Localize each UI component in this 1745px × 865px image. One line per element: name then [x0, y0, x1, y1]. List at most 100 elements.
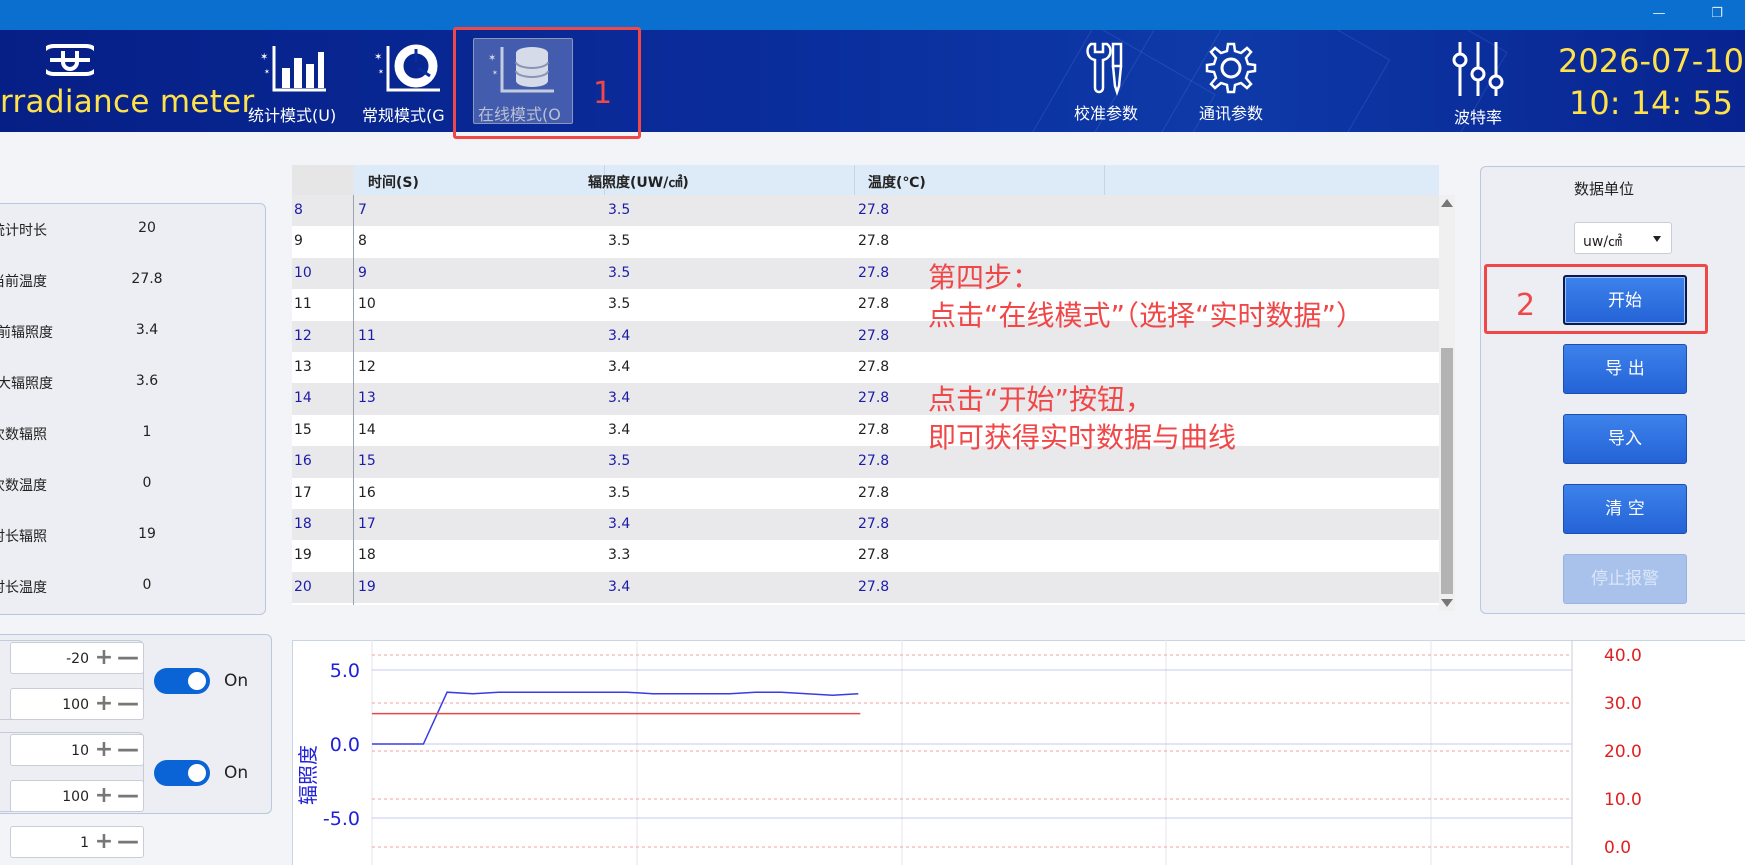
toggle-label: On: [224, 671, 249, 691]
row-index: 14: [294, 390, 312, 407]
wrench-screwdriver-icon: [1086, 42, 1123, 96]
minimize-icon[interactable]: —: [1646, 4, 1672, 24]
baud-rate-label: 波特率: [1453, 108, 1502, 127]
gear-icon: [1205, 42, 1257, 94]
table-row[interactable]: 19 18 3.3 27.8: [292, 540, 1439, 572]
irradiance-lower-input[interactable]: -20 + —: [10, 642, 144, 674]
table-row[interactable]: 18 17 3.4 27.8: [292, 509, 1439, 541]
cell-time: 7: [358, 202, 367, 218]
input-value: -20: [66, 651, 89, 667]
row-index: 16: [294, 453, 312, 470]
row-index: 13: [294, 359, 312, 375]
stat-label: 当前温度: [0, 274, 47, 290]
export-button[interactable]: 导 出: [1563, 344, 1687, 394]
temperature-alarm-toggle[interactable]: [154, 760, 210, 786]
plus-icon[interactable]: +: [93, 829, 115, 855]
svg-text:✶: ✶: [260, 52, 268, 63]
clear-button[interactable]: 清 空: [1563, 484, 1687, 534]
comm-params-button[interactable]: 通讯参数: [1188, 40, 1274, 124]
scroll-down-icon[interactable]: [1441, 599, 1453, 607]
y-axis-label: 辐照度: [296, 745, 320, 805]
cell-temperature: 27.8: [858, 484, 890, 501]
table-row[interactable]: 8 7 3.5 27.8: [292, 195, 1439, 227]
stat-row: 次数辐照 1: [0, 408, 267, 458]
temperature-lower-input[interactable]: 10 + —: [10, 734, 144, 766]
cell-time: 13: [358, 390, 376, 407]
minus-icon[interactable]: —: [117, 737, 139, 763]
input-value: 10: [71, 743, 89, 759]
instruction-line: 点击“开始”按钮，: [928, 383, 1154, 416]
import-button[interactable]: 导入: [1563, 414, 1687, 464]
restore-icon[interactable]: ❐: [1704, 4, 1730, 24]
svg-text:✶: ✶: [378, 68, 384, 76]
table-row[interactable]: 20 19 3.4 27.8: [292, 571, 1439, 604]
stat-value: 0: [142, 577, 152, 593]
row-header-divider: [353, 195, 354, 605]
instruction-line: 即可获得实时数据与曲线: [928, 421, 1237, 454]
stat-value: 1: [142, 424, 152, 440]
normal-mode-button[interactable]: ✶ ✶ 常规模式(G: [362, 36, 454, 130]
stop-alarm-button[interactable]: 停止报警: [1563, 554, 1687, 604]
cell-irradiance: 3.4: [608, 421, 631, 438]
plus-icon[interactable]: +: [93, 645, 115, 671]
clock-time: 10: 14: 55: [1568, 84, 1734, 122]
interval-input[interactable]: 1 + —: [10, 826, 144, 858]
minus-icon[interactable]: —: [117, 783, 139, 809]
table-row[interactable]: 9 8 3.5 27.8: [292, 226, 1439, 258]
row-index: 12: [294, 327, 312, 344]
column-header-time[interactable]: 时间(S): [368, 172, 419, 192]
irradiance-upper-input[interactable]: 100 + —: [10, 688, 144, 720]
scroll-up-icon[interactable]: [1441, 199, 1453, 207]
clock: 2026-07-10 10: 14: 55: [1556, 40, 1745, 124]
cell-temperature: 27.8: [858, 327, 890, 344]
title-bar: — ❐: [0, 0, 1745, 30]
app-title: rradiance meter: [0, 84, 255, 120]
cell-time: 11: [358, 327, 376, 344]
scroll-thumb[interactable]: [1441, 348, 1453, 594]
minus-icon[interactable]: —: [117, 829, 139, 855]
minus-icon[interactable]: —: [117, 645, 139, 671]
highlight-number-2: 2: [1516, 288, 1536, 323]
highlight-box-1: [453, 27, 641, 139]
calibration-button[interactable]: 校准参数: [1066, 40, 1146, 124]
stat-mode-button[interactable]: ✶ ✶ 统计模式(U): [248, 36, 340, 130]
cell-time: 8: [358, 233, 367, 250]
stat-mode-label: 统计模式(U): [248, 106, 337, 125]
cell-irradiance: 3.5: [608, 484, 631, 501]
table-row[interactable]: 17 16 3.5 27.8: [292, 477, 1439, 509]
unit-select-value: uw/㎠: [1583, 234, 1623, 250]
temperature-tick-label: 0.0: [1604, 838, 1631, 858]
baud-rate-button[interactable]: 波特率: [1442, 40, 1514, 128]
cell-temperature: 27.8: [858, 453, 890, 470]
comm-params-label: 通讯参数: [1198, 104, 1263, 123]
plus-icon[interactable]: +: [93, 691, 115, 717]
column-header-temperature[interactable]: 温度(℃): [868, 172, 926, 192]
plus-icon[interactable]: +: [93, 783, 115, 809]
unit-select[interactable]: uw/㎠: [1574, 222, 1672, 254]
plus-icon[interactable]: +: [93, 737, 115, 763]
table-scrollbar[interactable]: [1439, 195, 1455, 611]
cell-irradiance: 3.5: [608, 233, 631, 250]
stat-label: 次数辐照: [0, 427, 47, 443]
stats-panel: 统计时长20 当前温度27.8 当前辐照度3.4 最大辐照度3.6 次数辐照1 …: [0, 203, 266, 615]
stat-value: 3.6: [135, 373, 159, 389]
stat-value: 19: [138, 526, 156, 542]
stat-label: 最大辐照度: [0, 376, 53, 392]
row-index: 11: [294, 296, 312, 313]
stat-value: 20: [138, 220, 156, 236]
irradiance-tick-label: -5.0: [323, 808, 360, 830]
stat-label: 时长辐照: [0, 529, 47, 545]
irradiance-temperature-chart: 40.0 30.0 20.0 10.0 0.0 5.0 0.0 -5.0辐照度: [296, 640, 1642, 865]
row-index: 18: [294, 516, 312, 532]
temperature-upper-input[interactable]: 100 + —: [10, 780, 144, 812]
stat-row: 当前温度 27.8: [0, 255, 267, 305]
column-header-irradiance[interactable]: 辐照度(UW/㎠): [588, 172, 689, 192]
stat-label: 时长温度: [0, 580, 47, 596]
minus-icon[interactable]: —: [117, 691, 139, 717]
stat-row: 最大辐照度 3.6: [0, 357, 267, 407]
table-corner: [292, 165, 354, 195]
cell-temperature: 27.8: [858, 547, 890, 564]
instruction-spacer: [928, 335, 1364, 381]
irradiance-alarm-toggle[interactable]: [154, 668, 210, 694]
stat-row: 当前辐照度 3.4: [0, 306, 267, 356]
